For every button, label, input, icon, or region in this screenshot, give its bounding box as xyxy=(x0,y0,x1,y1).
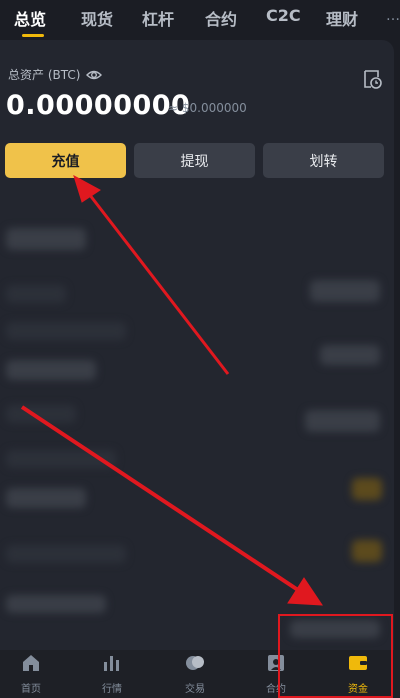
nav-item-trade[interactable]: 交易 xyxy=(165,650,225,698)
total-balance-btc: 0.00000000 xyxy=(6,90,191,121)
blurred-row xyxy=(6,322,126,340)
active-tab-indicator xyxy=(22,34,44,37)
blurred-row xyxy=(6,450,116,468)
annotation-highlight-box xyxy=(278,614,393,698)
total-balance-fiat: ≈ $0.000000 xyxy=(168,101,247,115)
total-assets-text: 总资产 (BTC) xyxy=(8,68,81,82)
nav-label-market: 行情 xyxy=(102,684,122,695)
nav-item-market[interactable]: 行情 xyxy=(82,650,142,698)
home-icon xyxy=(23,655,39,671)
market-icon xyxy=(104,656,119,671)
blurred-row xyxy=(6,488,86,508)
tab-c2c[interactable]: C2C xyxy=(266,6,301,25)
top-tab-bar: 总览 现货 杠杆 合约 C2C 理财 … xyxy=(0,0,400,38)
transfer-button[interactable]: 划转 xyxy=(263,143,384,178)
blurred-row xyxy=(6,228,86,250)
blurred-row xyxy=(6,595,106,613)
nav-label-trade: 交易 xyxy=(185,684,205,695)
blurred-row xyxy=(6,285,66,303)
history-icon[interactable] xyxy=(361,68,383,90)
deposit-button[interactable]: 充值 xyxy=(5,143,126,178)
trade-icon xyxy=(186,656,204,670)
blurred-row xyxy=(320,345,380,365)
tab-earn[interactable]: 理财 xyxy=(326,6,358,30)
blurred-row xyxy=(6,405,76,423)
total-assets-label: 总资产 (BTC) xyxy=(8,66,103,83)
blurred-row xyxy=(6,360,96,380)
tab-overview[interactable]: 总览 xyxy=(14,6,46,30)
nav-item-home[interactable]: 首页 xyxy=(1,650,61,698)
blurred-row xyxy=(6,545,126,563)
tab-margin[interactable]: 杠杆 xyxy=(142,6,174,30)
withdraw-button[interactable]: 提现 xyxy=(134,143,255,178)
blurred-row xyxy=(352,478,382,500)
tab-spot[interactable]: 现货 xyxy=(81,6,113,30)
blurred-row xyxy=(352,540,382,562)
nav-label-home: 首页 xyxy=(21,684,41,695)
tabs-more-indicator[interactable]: … xyxy=(386,8,400,24)
tab-futures[interactable]: 合约 xyxy=(205,6,237,30)
eye-icon[interactable] xyxy=(86,69,103,81)
blurred-row xyxy=(305,410,380,432)
blurred-row xyxy=(310,280,380,302)
